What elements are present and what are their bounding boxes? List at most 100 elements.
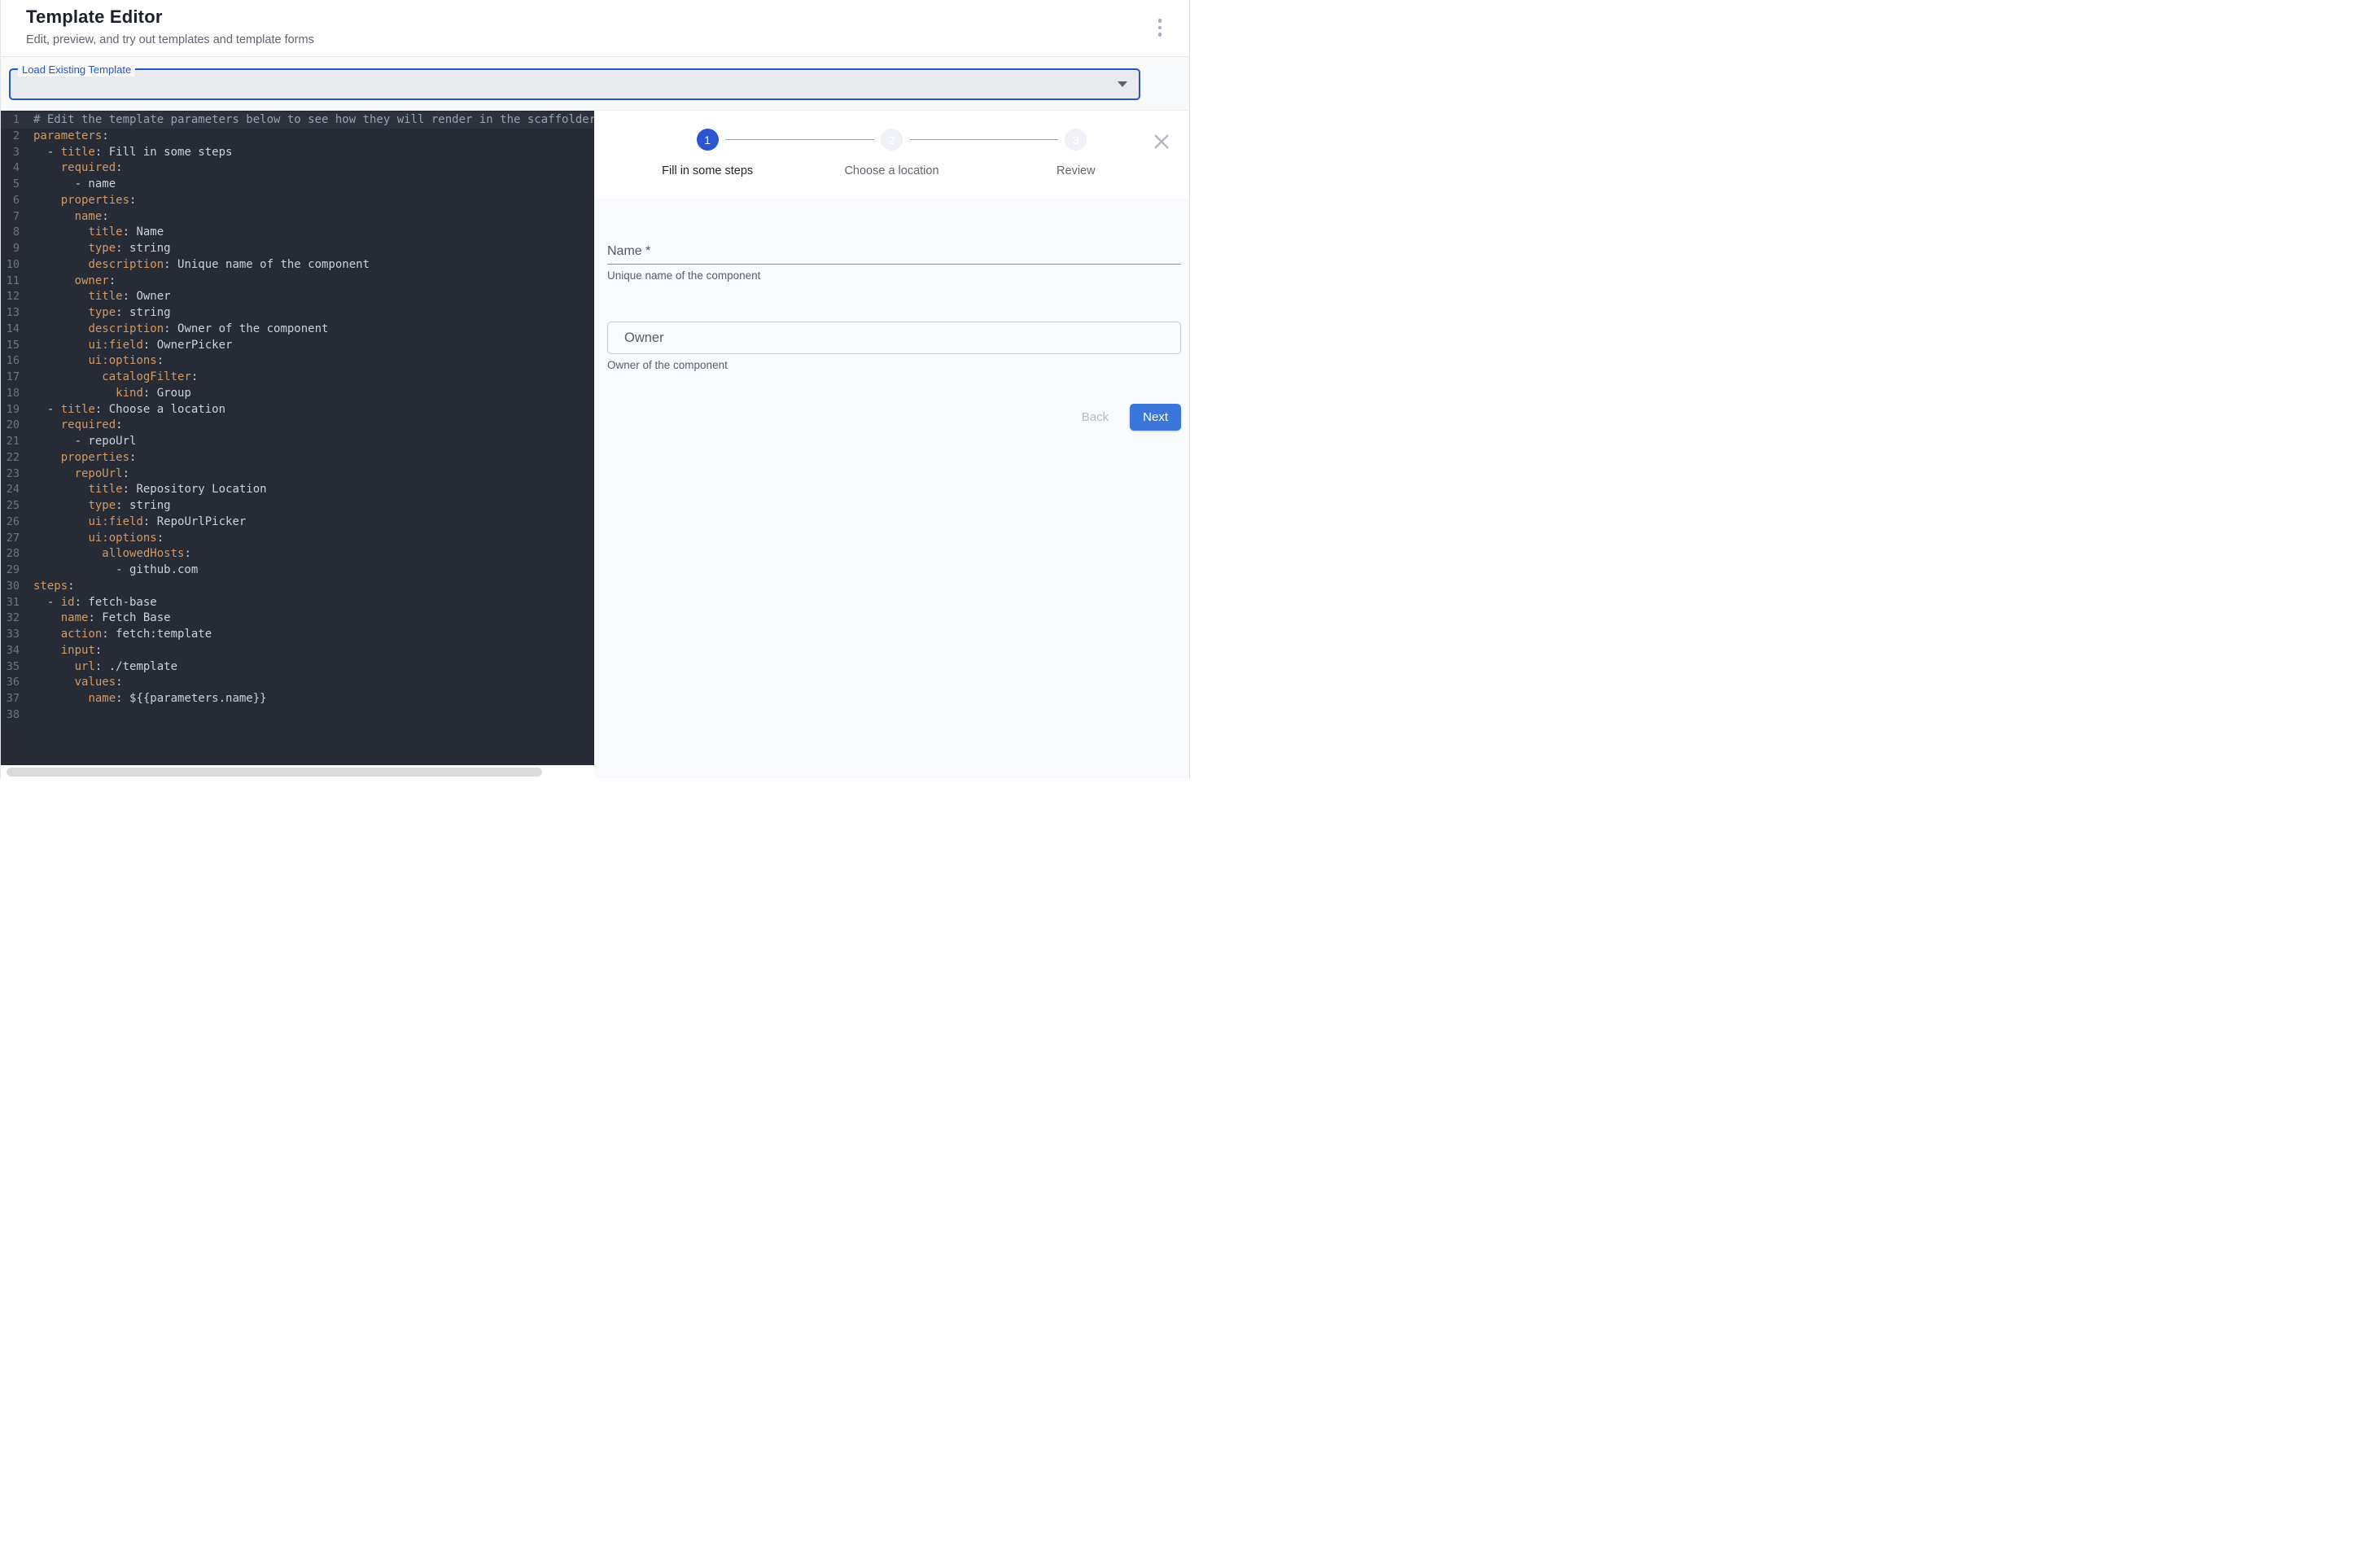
page-title: Template Editor (26, 7, 1189, 28)
code-line[interactable]: 30steps: (1, 579, 594, 595)
code-line[interactable]: 16 ui:options: (1, 353, 594, 370)
stepper-step-1: 1 Fill in some steps (615, 129, 799, 177)
line-number: 2 (1, 129, 20, 145)
name-helper-text: Unique name of the component (607, 269, 1181, 282)
line-number: 18 (1, 386, 20, 402)
stepper-step-3: 3 Review (984, 129, 1168, 177)
code-line[interactable]: 14 description: Owner of the component (1, 322, 594, 338)
code-line[interactable]: 3 - title: Fill in some steps (1, 145, 594, 161)
line-content: url: ./template (20, 659, 177, 676)
step-label: Fill in some steps (662, 164, 753, 177)
line-content: description: Unique name of the componen… (20, 257, 370, 274)
code-line[interactable]: 5 - name (1, 177, 594, 193)
code-line[interactable]: 33 action: fetch:template (1, 627, 594, 643)
code-line[interactable]: 26 ui:field: RepoUrlPicker (1, 514, 594, 531)
line-content: # Edit the template parameters below to … (20, 112, 594, 129)
line-number: 23 (1, 466, 20, 483)
code-line[interactable]: 7 name: (1, 209, 594, 225)
line-number: 31 (1, 595, 20, 611)
line-number: 6 (1, 193, 20, 209)
line-content: description: Owner of the component (20, 322, 328, 338)
line-content: owner: (20, 274, 116, 290)
code-line[interactable]: 28 allowedHosts: (1, 546, 594, 562)
code-line[interactable]: 23 repoUrl: (1, 466, 594, 483)
line-number: 9 (1, 241, 20, 257)
code-line[interactable]: 6 properties: (1, 193, 594, 209)
more-options-button[interactable] (1144, 12, 1175, 43)
code-line[interactable]: 1# Edit the template parameters below to… (1, 112, 594, 129)
code-line[interactable]: 29 - github.com (1, 562, 594, 579)
code-line[interactable]: 37 name: ${{parameters.name}} (1, 691, 594, 707)
line-number: 3 (1, 145, 20, 161)
code-line[interactable]: 8 title: Name (1, 225, 594, 241)
name-field[interactable]: Name * Unique name of the component (607, 244, 1181, 282)
line-content: catalogFilter: (20, 370, 198, 386)
line-content: ui:options: (20, 353, 164, 370)
scrollbar-thumb[interactable] (7, 768, 542, 777)
code-line[interactable]: 13 type: string (1, 305, 594, 322)
step-number-badge: 1 (697, 129, 719, 151)
template-editor-page: Template Editor Edit, preview, and try o… (0, 0, 1190, 779)
line-number: 21 (1, 434, 20, 450)
code-line[interactable]: 22 properties: (1, 450, 594, 466)
code-line[interactable]: 21 - repoUrl (1, 434, 594, 450)
code-line[interactable]: 11 owner: (1, 274, 594, 290)
back-button[interactable]: Back (1070, 404, 1120, 431)
code-line[interactable]: 2parameters: (1, 129, 594, 145)
code-line[interactable]: 34 input: (1, 643, 594, 659)
code-line[interactable]: 15 ui:field: OwnerPicker (1, 338, 594, 354)
line-number: 29 (1, 562, 20, 579)
code-line[interactable]: 9 type: string (1, 241, 594, 257)
code-line[interactable]: 4 required: (1, 160, 594, 177)
owner-field[interactable]: Owner (607, 322, 1181, 354)
code-line[interactable]: 10 description: Unique name of the compo… (1, 257, 594, 274)
code-line[interactable]: 12 title: Owner (1, 289, 594, 305)
code-line[interactable]: 18 kind: Group (1, 386, 594, 402)
code-line[interactable]: 20 required: (1, 418, 594, 434)
line-number: 34 (1, 643, 20, 659)
code-line[interactable]: 27 ui:options: (1, 531, 594, 547)
step-label: Review (1057, 164, 1096, 177)
line-number: 22 (1, 450, 20, 466)
main-split: 1 # Edit the template parameters below to… (1, 111, 1189, 778)
line-number: 32 (1, 611, 20, 627)
line-content: allowedHosts: (20, 546, 191, 562)
line-content: ui:field: OwnerPicker (20, 338, 232, 354)
line-number: 20 (1, 418, 20, 434)
code-line[interactable]: 32 name: Fetch Base (1, 611, 594, 627)
code-line[interactable]: 36 values: (1, 675, 594, 691)
code-line[interactable]: 24 title: Repository Location (1, 482, 594, 498)
line-number: 17 (1, 370, 20, 386)
step-number-badge: 3 (1065, 129, 1087, 151)
line-content: required: (20, 418, 123, 434)
name-field-label: Name * (607, 244, 1181, 259)
yaml-code-editor[interactable]: 1# Edit the template parameters below to… (1, 111, 594, 765)
line-number: 11 (1, 274, 20, 290)
line-number: 4 (1, 160, 20, 177)
chevron-down-icon (1118, 81, 1127, 87)
line-content: title: Owner (20, 289, 171, 305)
line-content: title: Name (20, 225, 164, 241)
code-line[interactable]: 31 - id: fetch-base (1, 595, 594, 611)
load-existing-template-select[interactable]: Load Existing Template (9, 68, 1140, 100)
next-button[interactable]: Next (1130, 404, 1181, 431)
code-line[interactable]: 17 catalogFilter: (1, 370, 594, 386)
code-line[interactable]: 38 (1, 707, 594, 724)
step-connector-line (725, 139, 873, 140)
line-number: 26 (1, 514, 20, 531)
code-line[interactable]: 19 - title: Choose a location (1, 402, 594, 418)
code-line[interactable]: 25 type: string (1, 498, 594, 514)
line-number: 24 (1, 482, 20, 498)
line-number: 14 (1, 322, 20, 338)
line-content: type: string (20, 241, 171, 257)
line-number: 19 (1, 402, 20, 418)
line-content: kind: Group (20, 386, 191, 402)
line-content: ui:options: (20, 531, 164, 547)
code-line[interactable]: 35 url: ./template (1, 659, 594, 676)
form-preview-panel: 1Fill in some steps2Choose a location3Re… (594, 111, 1189, 778)
line-content: properties: (20, 450, 136, 466)
line-content: action: fetch:template (20, 627, 212, 643)
line-content: name: ${{parameters.name}} (20, 691, 267, 707)
line-number: 25 (1, 498, 20, 514)
line-number: 8 (1, 225, 20, 241)
